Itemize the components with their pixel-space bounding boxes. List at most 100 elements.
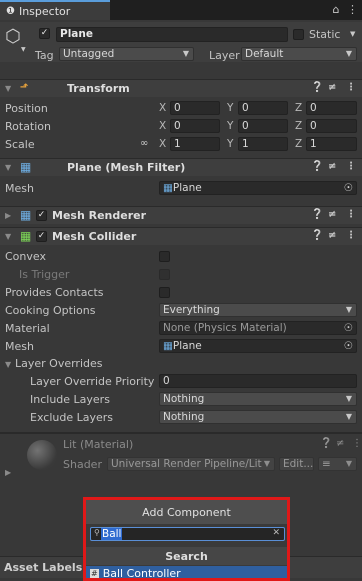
kebab-menu-icon[interactable]: ⋮ [346, 230, 356, 241]
dropdown-arrow-icon[interactable]: ▼ [21, 46, 26, 53]
mesh-filter-mesh-field[interactable]: ▦Plane ☉ [159, 181, 357, 195]
foldout-arrow-icon: ▼ [5, 84, 12, 93]
collider-mesh-field[interactable]: ▦Plane ☉ [159, 339, 357, 353]
presets-icon[interactable]: ≠ [328, 209, 336, 220]
clear-search-icon[interactable]: ✕ [272, 528, 280, 538]
tag-value: Untagged [63, 48, 115, 60]
object-picker-icon[interactable]: ☉ [344, 340, 353, 352]
mesh-renderer-header[interactable]: ▶ ▦ ✓ Mesh Renderer ❔ ≠ ⋮ [0, 206, 362, 224]
transform-title: Transform [67, 82, 130, 95]
mesh-collider-header[interactable]: ▼ ▦ ✓ Mesh Collider ❔ ≠ ⋮ [0, 227, 362, 245]
axis-x-label[interactable]: X [159, 120, 166, 132]
mesh-collider-title: Mesh Collider [52, 230, 137, 243]
search-result-item[interactable]: # Ball Controller [86, 566, 287, 580]
presets-icon[interactable]: ≠ [328, 82, 336, 93]
cooking-options-dropdown[interactable]: Everything ▼ [159, 303, 357, 317]
rotation-y-field[interactable]: 0 [238, 119, 288, 133]
help-icon[interactable]: ❔ [311, 161, 323, 172]
object-name-field[interactable]: Plane [56, 27, 288, 42]
shader-dropdown[interactable]: Universal Render Pipeline/Lit ▼ [107, 457, 275, 471]
tab-inspector[interactable]: ❶ Inspector [0, 0, 110, 20]
position-y-field[interactable]: 0 [238, 101, 288, 115]
presets-icon[interactable]: ≠ [328, 230, 336, 241]
help-icon[interactable]: ❔ [311, 230, 323, 241]
exclude-layers-value: Nothing [163, 411, 205, 423]
script-icon: # [90, 569, 99, 578]
transform-header[interactable]: ▼ ⬏ Transform ❔ ≠ ⋮ [0, 79, 362, 97]
axis-y-label[interactable]: Y [227, 120, 233, 132]
mesh-icon: ▦ [163, 340, 173, 352]
chevron-down-icon: ▼ [182, 49, 189, 58]
help-icon[interactable]: ❔ [320, 438, 332, 449]
mesh-filter-mesh-label: Mesh [5, 182, 34, 195]
kebab-menu-icon[interactable]: ⋮ [346, 209, 356, 220]
edit-shader-button[interactable]: Edit... [279, 457, 314, 471]
position-z-field[interactable]: 0 [306, 101, 357, 115]
rotation-x-field[interactable]: 0 [170, 119, 220, 133]
kebab-menu-icon[interactable]: ⋮ [346, 82, 356, 93]
material-preview-icon [27, 440, 57, 470]
shader-value: Universal Render Pipeline/Lit [111, 458, 262, 470]
active-checkbox[interactable]: ✓ [39, 28, 50, 39]
tab-label: Inspector [18, 4, 71, 18]
add-component-popup: Add Component ⚲ Ball ✕ Search # Ball Con… [83, 497, 290, 581]
convex-checkbox[interactable] [159, 251, 170, 262]
provides-contacts-checkbox[interactable] [159, 287, 170, 298]
axis-z-label[interactable]: Z [295, 120, 302, 132]
scale-z-field[interactable]: 1 [306, 137, 357, 151]
axis-y-label[interactable]: Y [227, 138, 233, 150]
mesh-collider-enabled-checkbox[interactable]: ✓ [36, 231, 47, 242]
add-component-title: Add Component [142, 505, 231, 519]
mesh-renderer-enabled-checkbox[interactable]: ✓ [36, 210, 47, 221]
layer-dropdown[interactable]: Default ▼ [241, 47, 357, 61]
presets-icon[interactable]: ≠ [336, 438, 344, 449]
lock-icon[interactable]: ⌂ [333, 3, 340, 16]
kebab-menu-icon[interactable]: ⋮ [347, 3, 358, 16]
axis-x-label[interactable]: X [159, 102, 166, 114]
material-name: Lit (Material) [63, 438, 134, 451]
chevron-down-icon: ▼ [345, 459, 352, 468]
kebab-menu-icon[interactable]: ⋮ [346, 161, 356, 172]
static-checkbox[interactable] [293, 29, 304, 40]
axis-x-label[interactable]: X [159, 138, 166, 150]
axis-z-label[interactable]: Z [295, 102, 302, 114]
layer-overrides-label[interactable]: Layer Overrides [15, 357, 103, 370]
layer-override-priority-field[interactable]: 0 [159, 374, 357, 388]
search-result-label: Ball Controller [102, 567, 181, 580]
foldout-arrow-icon[interactable]: ▶ [5, 468, 11, 477]
provides-contacts-label: Provides Contacts [5, 286, 104, 299]
object-header: ⬡ ▼ ✓ Plane Static ▼ Tag Untagged ▼ Layer… [0, 22, 362, 62]
foldout-arrow-icon[interactable]: ▼ [5, 360, 11, 369]
mesh-filter-header[interactable]: ▼ ▦ Plane (Mesh Filter) ❔ ≠ ⋮ [0, 158, 362, 176]
axis-z-label[interactable]: Z [295, 138, 302, 150]
kebab-menu-icon[interactable]: ⋮ [352, 438, 362, 449]
object-picker-icon[interactable]: ☉ [344, 322, 353, 334]
component-search-input[interactable]: ⚲ Ball ✕ [90, 527, 285, 541]
shader-list-dropdown[interactable]: ≡ ▼ [318, 457, 357, 471]
position-x-field[interactable]: 0 [170, 101, 220, 115]
scale-x-field[interactable]: 1 [170, 137, 220, 151]
section-divider [0, 432, 362, 434]
gameobject-cube-icon: ⬡ [5, 26, 21, 47]
layer-value: Default [245, 48, 284, 60]
is-trigger-checkbox [159, 269, 170, 280]
mesh-renderer-icon: ▦ [20, 208, 32, 222]
mesh-filter-title: Plane (Mesh Filter) [67, 161, 186, 174]
include-layers-dropdown[interactable]: Nothing ▼ [159, 392, 357, 406]
list-icon: ≡ [322, 458, 331, 470]
help-icon[interactable]: ❔ [311, 82, 323, 93]
tag-dropdown[interactable]: Untagged ▼ [59, 47, 194, 61]
constrain-proportions-icon[interactable]: ∞ [140, 138, 148, 149]
presets-icon[interactable]: ≠ [328, 161, 336, 172]
axis-y-label[interactable]: Y [227, 102, 233, 114]
material-field[interactable]: None (Physics Material) ☉ [159, 321, 357, 335]
exclude-layers-label: Exclude Layers [30, 411, 113, 424]
exclude-layers-dropdown[interactable]: Nothing ▼ [159, 410, 357, 424]
help-icon[interactable]: ❔ [311, 209, 323, 220]
scale-y-field[interactable]: 1 [238, 137, 288, 151]
foldout-arrow-icon: ▶ [5, 211, 12, 220]
object-picker-icon[interactable]: ☉ [344, 182, 353, 194]
mesh-renderer-title: Mesh Renderer [52, 209, 147, 222]
rotation-z-field[interactable]: 0 [306, 119, 357, 133]
static-dropdown-icon[interactable]: ▼ [350, 30, 355, 38]
